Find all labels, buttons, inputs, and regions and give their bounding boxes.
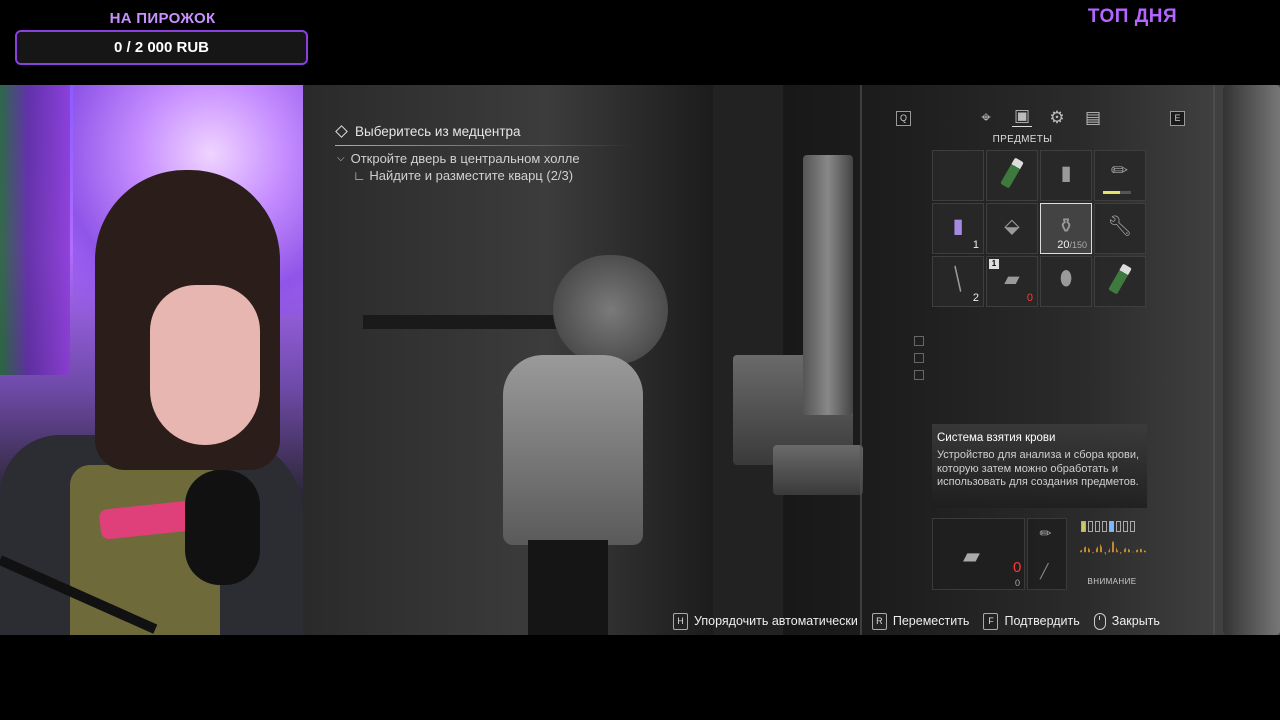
inventory-slot[interactable]: ╱ 2 (932, 256, 984, 307)
inventory-slot[interactable]: ▮ (1040, 150, 1092, 201)
donation-goal-title: НА ПИРОЖОК (109, 10, 216, 27)
item-quantity: 1 (972, 239, 979, 251)
objectives-panel: Выберитесь из медцентра ⌵ Откройте дверь… (335, 124, 665, 183)
crosshair-icon[interactable]: ⌖ (976, 108, 996, 128)
syringe-icon: ✎ (1035, 523, 1056, 543)
condition-bar (1103, 191, 1131, 194)
scalpel-icon: ╱ (946, 267, 971, 292)
donation-goal-bar: 0 / 2 000 RUB (15, 30, 308, 65)
gears-icon[interactable]: ⚙ (1047, 108, 1067, 128)
donation-goal-progress: 0 / 2 000 RUB (113, 39, 210, 56)
sub-objective-text: Откройте дверь в центральном холле (350, 151, 580, 166)
inventory-slot-selected[interactable]: ⚱ 20/150 (1040, 203, 1092, 254)
blood-system-icon: ⚱ (1057, 215, 1075, 238)
key-r[interactable]: R (871, 612, 887, 630)
item-quantity: 20/150 (1057, 239, 1087, 251)
attention-meter: ВНИМАНИЕ (1078, 520, 1146, 590)
wrench-icon: 🔧︎ (1107, 215, 1133, 238)
item-quantity: 2 (972, 292, 979, 304)
grenade-icon: ⬮ (1059, 267, 1073, 290)
chevron-down-icon: ⌵ (337, 153, 345, 164)
tab-prev-key[interactable]: Q (896, 111, 911, 126)
tab-next-key[interactable]: E (1170, 111, 1185, 126)
mouse-icon (1093, 612, 1106, 630)
weapon-reserve: 0 (1015, 578, 1021, 588)
main-objective-text: Выберитесь из медцентра (355, 124, 521, 139)
inventory-slot[interactable]: ⬙ (986, 203, 1038, 254)
hint-move[interactable]: Переместить (893, 614, 970, 628)
inventory-slot[interactable]: 🔧︎ (1094, 203, 1146, 254)
hint-confirm[interactable]: Подтвердить (1004, 614, 1079, 628)
item-title: Система взятия крови (937, 432, 1056, 444)
item-description: Устройство для анализа и сбора крови, ко… (937, 449, 1140, 488)
hint-close[interactable]: Закрыть (1112, 614, 1160, 628)
inventory-slot[interactable] (986, 150, 1038, 201)
battery-icon: ▮ (952, 215, 964, 238)
side-marker (914, 370, 924, 380)
key-f[interactable]: F (983, 612, 999, 630)
attention-bars (1081, 521, 1146, 532)
equipped-weapon-slot[interactable]: ▰ 0 0 (932, 518, 1025, 590)
canister-icon: ▮ (1060, 162, 1072, 185)
webcam-feed (0, 85, 303, 635)
inventory-slot[interactable]: ▮ 1 (932, 203, 984, 254)
inventory-slot[interactable] (932, 150, 984, 201)
green-injector-icon (1000, 157, 1024, 189)
objective-diamond-icon (335, 125, 348, 138)
inventory-slot[interactable] (1094, 256, 1146, 307)
key-h[interactable]: H (673, 612, 688, 630)
pistol-icon: ▰ (963, 543, 980, 568)
green-injector-icon (1108, 263, 1132, 295)
quartz-icon: ⬙ (1004, 215, 1020, 238)
main-objective: Выберитесь из медцентра (335, 124, 665, 139)
item-description-panel: Система взятия крови Устройство для анал… (932, 424, 1147, 508)
inventory-slot[interactable]: ⬮ (1040, 256, 1092, 307)
side-marker (914, 353, 924, 363)
item-quantity: 0 (1026, 292, 1033, 304)
backpack-icon[interactable]: ▣ (1012, 106, 1032, 127)
syringe-icon: ✎ (1106, 157, 1135, 185)
scalpel-icon: ╱ (1040, 563, 1049, 579)
hint-auto-sort[interactable]: Упорядочить автоматически (694, 614, 858, 628)
inventory-slot[interactable]: ✎ (1094, 150, 1146, 201)
sub-sub-objective: ∟ Найдите и разместите кварц (2/3) (353, 168, 574, 183)
slot-number-badge: 1 (989, 259, 999, 269)
top-of-day-label: ТОП ДНЯ (1087, 6, 1178, 27)
weapon-ammo: 0 (1013, 559, 1022, 576)
side-marker (914, 336, 924, 346)
inventory-grid: ▮ ✎ ▮ 1 ⬙ ⚱ 20/150 🔧︎ ╱ 2 1 ▰ 0 ⬮ (932, 150, 1148, 310)
sub-objective: ⌵ Откройте дверь в центральном холле (337, 151, 665, 166)
control-hints: H Упорядочить автоматически R Переместит… (673, 612, 1160, 630)
pistol-icon: ▰ (1004, 268, 1020, 291)
tab-label-items: ПРЕДМЕТЫ (992, 134, 1053, 145)
attention-label: ВНИМАНИЕ (1087, 577, 1137, 586)
inventory-slot[interactable]: 1 ▰ 0 (986, 256, 1038, 307)
attention-waveform (1080, 540, 1146, 557)
equipped-tool-slot[interactable]: ✎ ╱ (1027, 518, 1067, 590)
files-icon[interactable]: ▤ (1083, 108, 1103, 128)
